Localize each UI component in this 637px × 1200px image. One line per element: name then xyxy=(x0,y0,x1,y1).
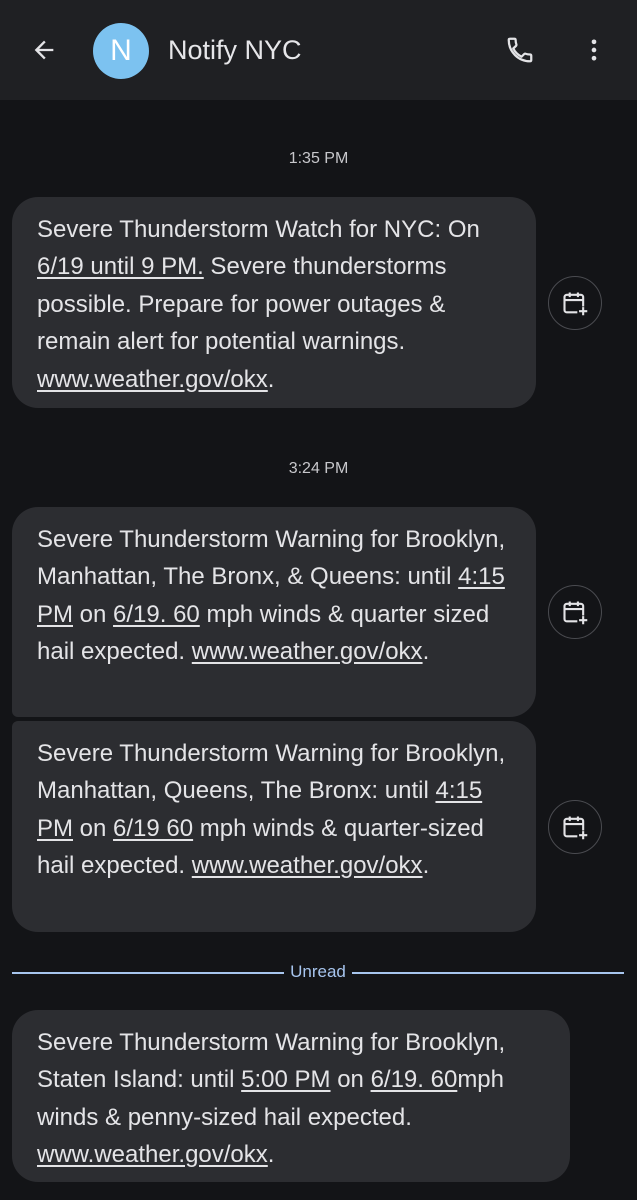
date-link[interactable]: 6/19. 60 xyxy=(113,601,200,628)
contact-name[interactable]: Notify NYC xyxy=(168,32,302,68)
url-link[interactable]: www.weather.gov/okx xyxy=(37,366,268,393)
message-bubble[interactable]: Severe Thunderstorm Warning for Brooklyn… xyxy=(12,721,536,932)
calendar-add-icon xyxy=(563,816,589,841)
message-text: Severe Thunderstorm Warning for Brooklyn… xyxy=(37,526,506,591)
date-link[interactable]: 6/19 until 9 PM. xyxy=(37,253,204,280)
message-text: . xyxy=(422,852,430,880)
add-to-calendar-button[interactable] xyxy=(548,800,602,854)
message-text: on xyxy=(73,814,114,842)
message-bubble[interactable]: Severe Thunderstorm Warning for Brooklyn… xyxy=(12,1010,570,1182)
app-bar: N Notify NYC xyxy=(0,0,637,100)
message-text: . xyxy=(422,638,430,666)
message-text: on xyxy=(330,1066,371,1094)
url-link[interactable]: www.weather.gov/okx xyxy=(37,1141,268,1168)
timestamp: 1:35 PM xyxy=(288,150,349,167)
url-link[interactable]: www.weather.gov/okx xyxy=(192,638,423,665)
more-options-button[interactable] xyxy=(572,28,616,72)
add-to-calendar-button[interactable] xyxy=(548,585,602,639)
calendar-add-icon xyxy=(563,601,589,626)
phone-icon xyxy=(507,37,533,63)
date-link[interactable]: 6/19. 60 xyxy=(371,1066,458,1093)
message-text: on xyxy=(73,600,114,628)
message-text: . xyxy=(267,365,275,393)
back-button[interactable] xyxy=(22,28,66,72)
timestamp: 3:24 PM xyxy=(288,460,349,477)
add-to-calendar-button[interactable] xyxy=(548,276,602,330)
more-vert-icon xyxy=(591,39,597,61)
unread-divider: Unread xyxy=(12,962,624,982)
message-bubble[interactable]: Severe Thunderstorm Watch for NYC: On 6/… xyxy=(12,197,536,408)
message-bubble[interactable]: Severe Thunderstorm Warning for Brooklyn… xyxy=(12,507,536,717)
avatar-letter: N xyxy=(110,34,132,67)
call-button[interactable] xyxy=(498,28,542,72)
message-text: . xyxy=(267,1141,275,1169)
arrow-back-icon xyxy=(34,40,54,60)
url-link[interactable]: www.weather.gov/okx xyxy=(192,852,423,879)
avatar[interactable]: N xyxy=(93,23,149,79)
divider-line xyxy=(352,972,624,974)
date-link[interactable]: 6/19 60 xyxy=(113,815,193,842)
time-link[interactable]: 5:00 PM xyxy=(241,1066,330,1093)
calendar-add-icon xyxy=(563,292,589,317)
message-text: Severe Thunderstorm Watch for NYC: On xyxy=(37,216,480,243)
